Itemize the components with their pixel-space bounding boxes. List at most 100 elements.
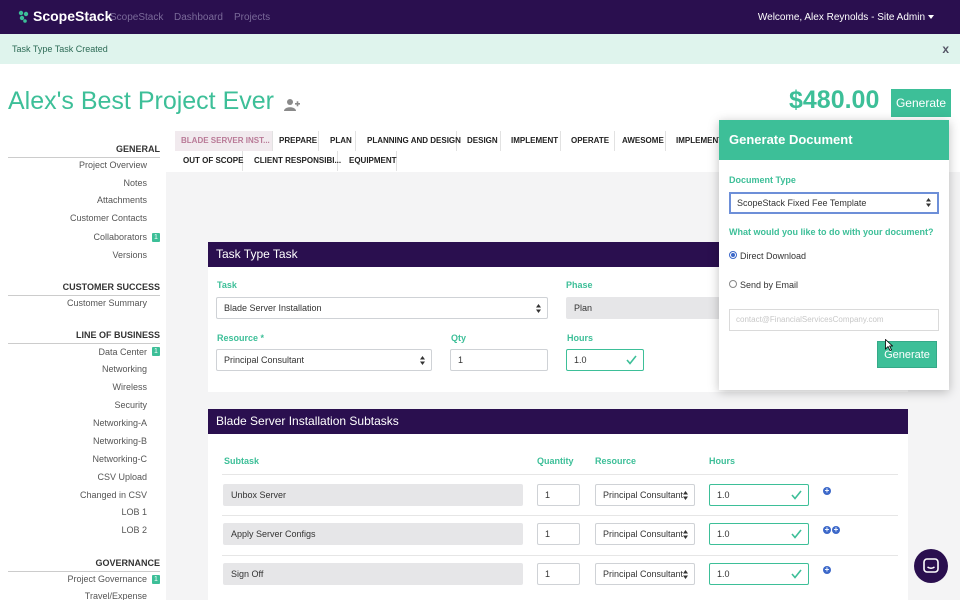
document-action-question: What would you like to do with your docu… [729,227,934,237]
nav-link-scopestack[interactable]: ScopeStack [110,12,163,23]
sidebar-heading-customer-success: CUSTOMER SUCCESS [8,282,160,296]
tab-planning-and-design[interactable]: PLANNING AND DESIGN [361,131,461,151]
select-arrows-icon [536,304,541,313]
nav-link-dashboard[interactable]: Dashboard [174,12,223,23]
plus-circle-icon[interactable]: + [823,487,831,495]
qty-label: Qty [451,333,467,343]
subtask-resource-select[interactable]: Principal Consultant [595,563,695,585]
success-alert: Task Type Task Created x [0,34,960,64]
brand-logo[interactable]: ScopeStack [18,8,112,24]
tab-plan[interactable]: PLAN [324,131,356,151]
sidebar-item-project-governance[interactable]: Project Governance [67,574,147,584]
mouse-cursor-icon [885,339,893,351]
sidebar-item-changed-in-csv[interactable]: Changed in CSV [80,490,147,500]
send-by-email-radio[interactable] [729,280,737,288]
subtask-resource: Principal Consultant [603,490,684,500]
subtask-resource-select[interactable]: Principal Consultant [595,484,695,506]
subtask-qty-input[interactable]: 1 [537,484,580,506]
subtask-hours-input[interactable]: 1.0 [709,484,809,506]
generate-button[interactable]: Generate [891,89,951,117]
qty-input[interactable]: 1 [450,349,548,371]
top-navbar: ScopeStack ScopeStack Dashboard Projects… [0,0,960,34]
sidebar-item-wireless[interactable]: Wireless [112,382,147,392]
send-by-email-label[interactable]: Send by Email [740,280,798,290]
sidebar-item-networking-b[interactable]: Networking-B [93,436,147,446]
subtask-qty: 1 [545,529,551,539]
subtask-name: Apply Server Configs [231,529,316,539]
brand-name: ScopeStack [33,8,113,24]
sidebar-item-security[interactable]: Security [114,400,147,410]
hours-input[interactable]: 1.0 [566,349,644,371]
sidebar-item-networking-a[interactable]: Networking-A [93,418,147,428]
sidebar-item-notes[interactable]: Notes [123,178,147,188]
sidebar-item-data-center[interactable]: Data Center [98,347,147,357]
popover-title: Generate Document [719,120,949,160]
tab-implement[interactable]: IMPLEMENT [505,131,561,151]
tab-design[interactable]: DESIGN [461,131,501,151]
tab-prepare[interactable]: PREPARE [273,131,319,151]
plus-circle-icon[interactable]: + [823,526,831,534]
document-type-select[interactable]: ScopeStack Fixed Fee Template [729,192,939,214]
close-icon[interactable]: x [942,42,949,56]
sidebar-item-versions[interactable]: Versions [112,250,147,260]
subtask-resource: Principal Consultant [603,529,684,539]
tab-operate[interactable]: OPERATE [565,131,615,151]
tab-out-of-scope[interactable]: OUT OF SCOPE [177,151,243,171]
sidebar-item-customer-contacts[interactable]: Customer Contacts [70,213,147,223]
add-user-icon[interactable] [284,98,300,112]
sidebar-item-attachments[interactable]: Attachments [97,195,147,205]
tab-awesome[interactable]: AWESOME [616,131,666,151]
tab-implement-2[interactable]: IMPLEMENT- [670,131,725,151]
subtask-name-field[interactable]: Apply Server Configs [223,523,523,545]
collaborators-count-badge: 1 [152,233,160,242]
direct-download-radio[interactable] [729,251,737,259]
subtask-name-field[interactable]: Unbox Server [223,484,523,506]
sidebar-item-project-overview[interactable]: Project Overview [79,160,147,170]
plus-circle-icon[interactable]: + [832,526,840,534]
subtask-hours-input[interactable]: 1.0 [709,563,809,585]
email-input[interactable]: contact@FinancialServicesCompany.com [729,309,939,331]
subtask-qty: 1 [545,490,551,500]
row-divider [222,515,898,516]
sidebar-item-networking-c[interactable]: Networking-C [92,454,147,464]
sidebar-item-travel-expense[interactable]: Travel/Expense [85,591,147,600]
sidebar-item-networking[interactable]: Networking [102,364,147,374]
subtask-name-field[interactable]: Sign Off [223,563,523,585]
tab-blade-server-installation[interactable]: BLADE SERVER INST... [175,131,273,151]
governance-count-badge: 1 [152,575,160,584]
phase-label: Phase [566,280,593,290]
nav-link-projects[interactable]: Projects [234,12,270,23]
column-header-subtask: Subtask [224,456,260,466]
direct-download-label[interactable]: Direct Download [740,251,806,261]
column-header-quantity: Quantity [537,456,574,466]
plus-circle-icon[interactable]: + [823,566,831,574]
subtask-hours: 1.0 [717,569,730,579]
sidebar-item-customer-summary[interactable]: Customer Summary [67,298,147,308]
sidebar-item-lob-1[interactable]: LOB 1 [121,507,147,517]
document-type-value: ScopeStack Fixed Fee Template [737,198,867,208]
subtask-hours-input[interactable]: 1.0 [709,523,809,545]
subtask-name: Sign Off [231,569,264,579]
alert-message: Task Type Task Created [12,44,108,54]
sidebar-item-collaborators[interactable]: Collaborators [93,232,147,242]
chat-launcher-button[interactable] [914,549,948,583]
resource-label: Resource * [217,333,265,343]
sidebar-item-lob-2[interactable]: LOB 2 [121,525,147,535]
phase-select[interactable]: Plan [566,297,720,319]
task-select[interactable]: Blade Server Installation [216,297,548,319]
subtask-qty-input[interactable]: 1 [537,563,580,585]
tab-equipment[interactable]: EQUIPMENT [343,151,397,171]
task-select-value: Blade Server Installation [224,303,322,313]
sidebar-heading-general: GENERAL [8,144,160,158]
resource-select[interactable]: Principal Consultant [216,349,432,371]
subtask-qty: 1 [545,569,551,579]
sidebar-item-csv-upload[interactable]: CSV Upload [97,472,147,482]
project-price: $480.00 [789,86,880,114]
tab-client-responsibilities[interactable]: CLIENT RESPONSIBI... [248,151,341,171]
subtask-resource-select[interactable]: Principal Consultant [595,523,695,545]
subtask-hours: 1.0 [717,490,730,500]
caret-down-icon [928,15,934,19]
project-title: Alex's Best Project Ever [8,87,274,115]
subtask-qty-input[interactable]: 1 [537,523,580,545]
user-menu[interactable]: Welcome, Alex Reynolds - Site Admin [758,12,934,23]
